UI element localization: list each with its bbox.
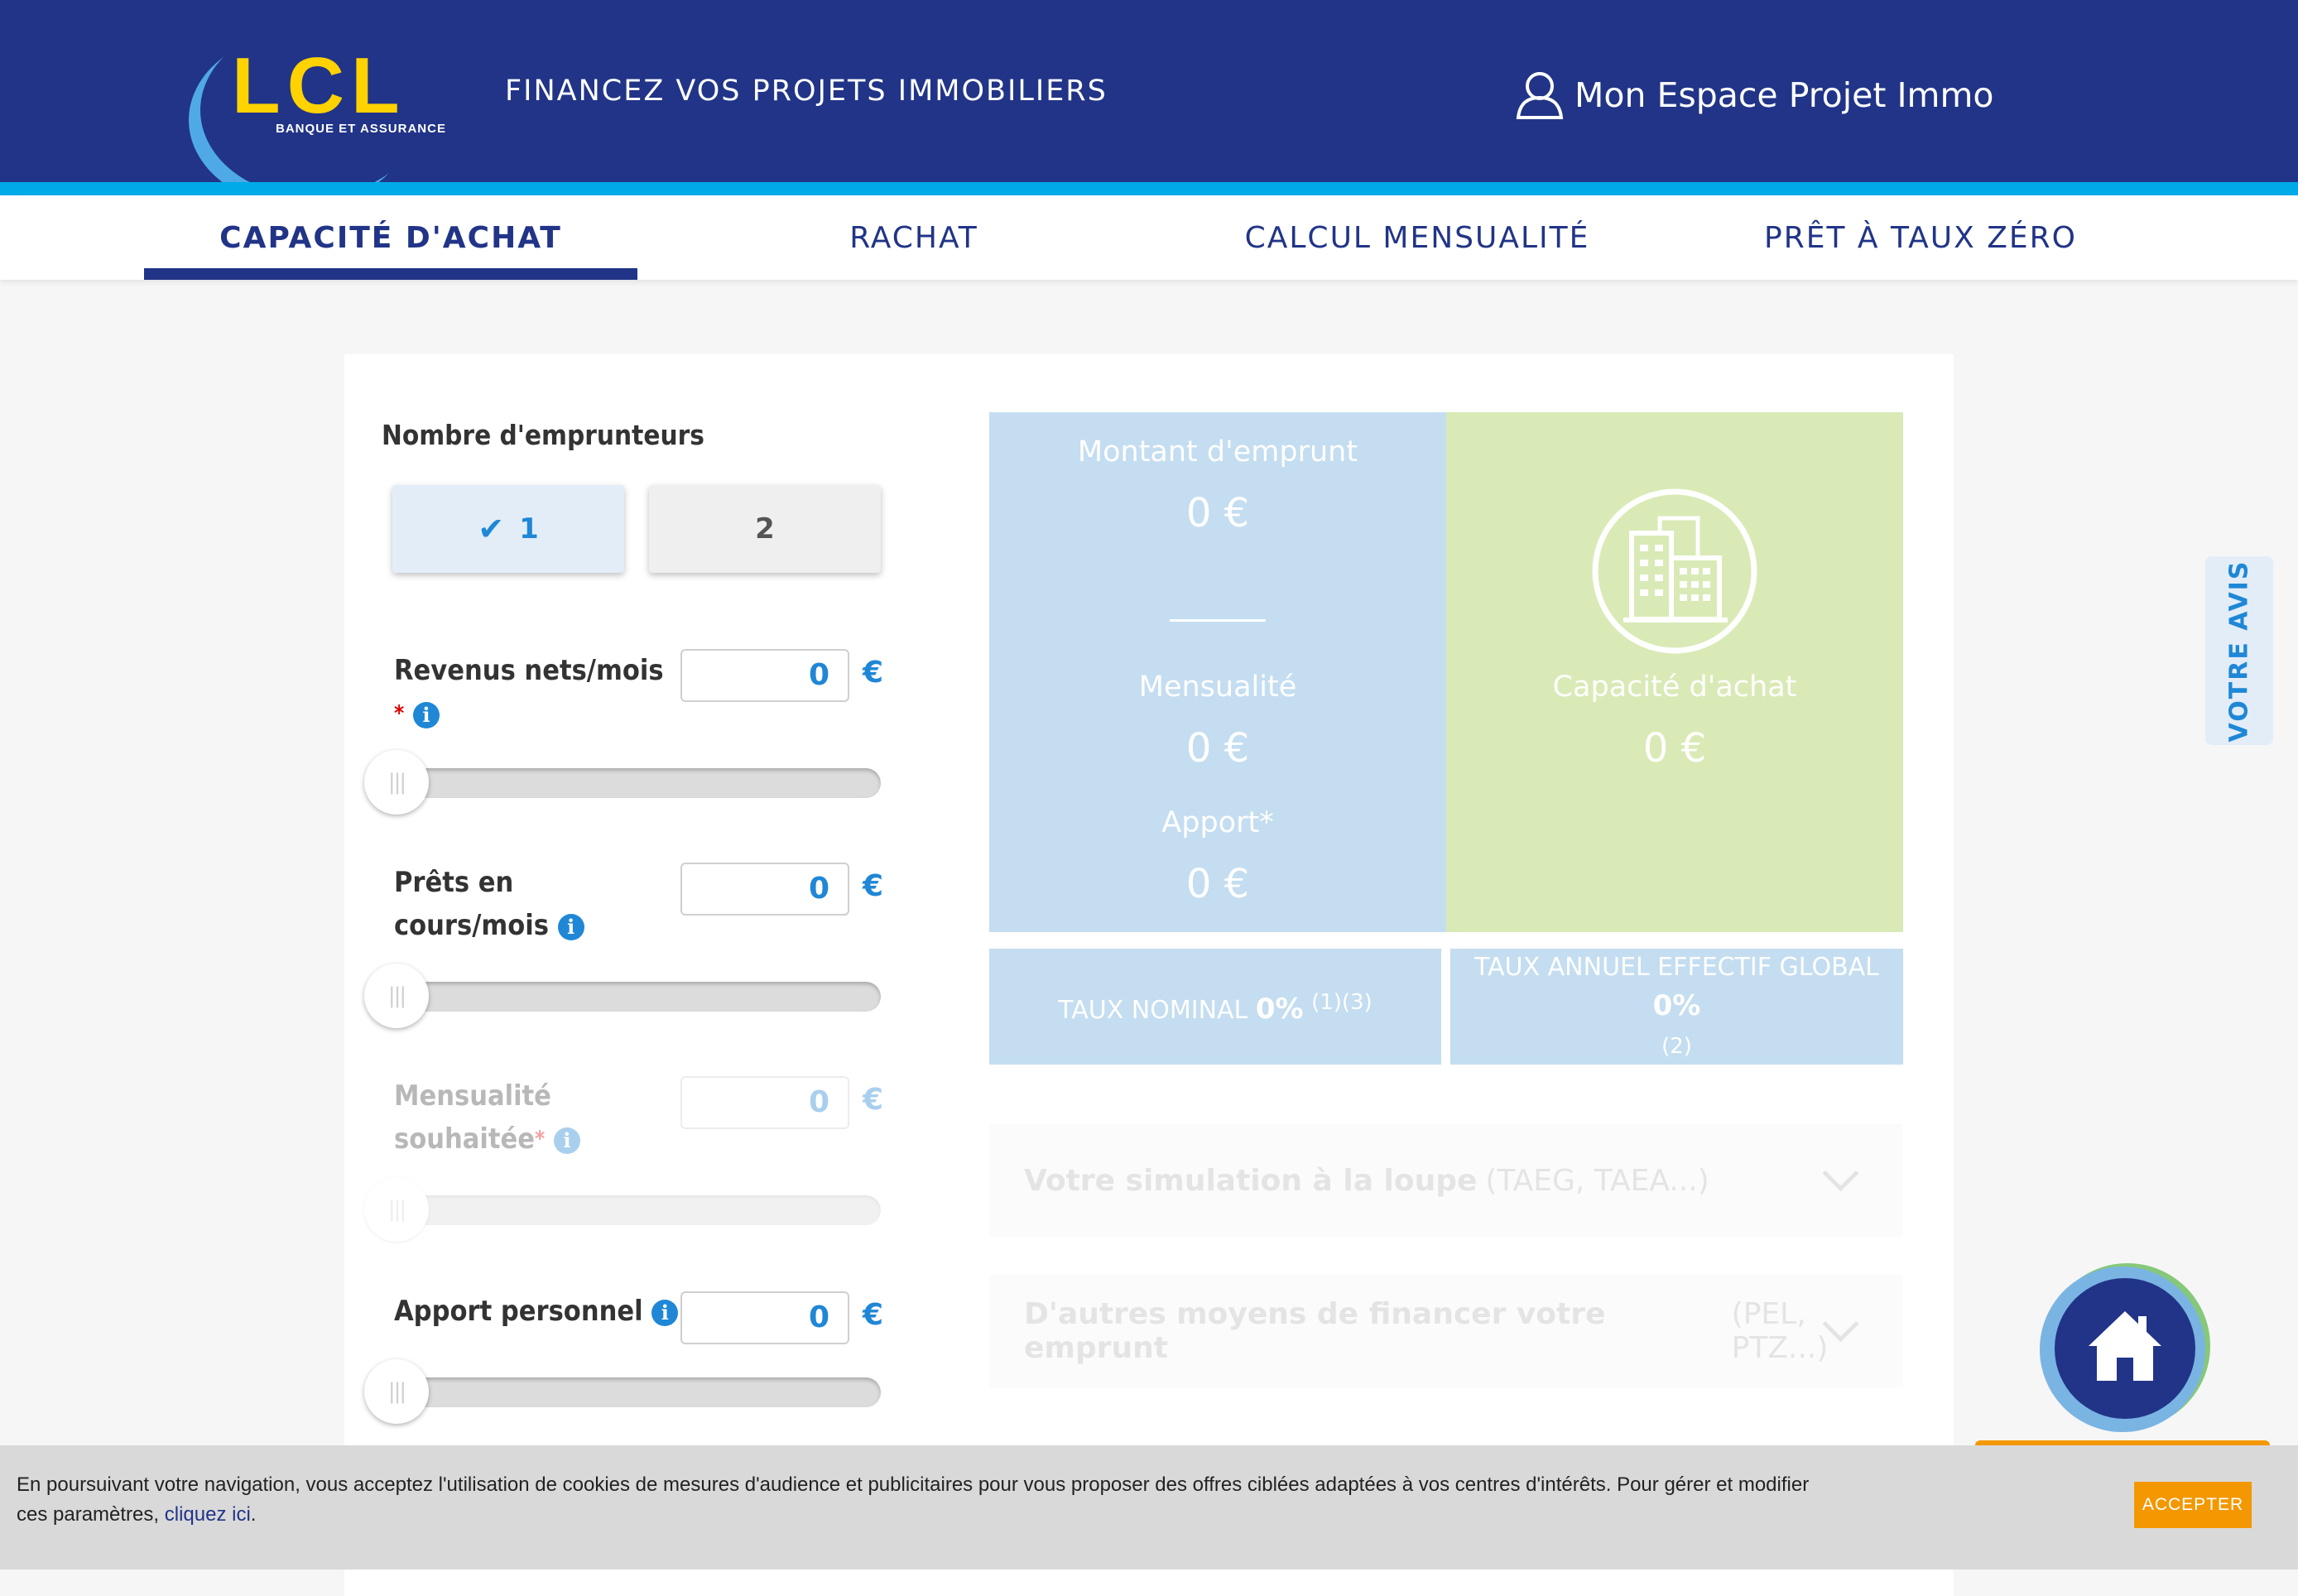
monthly-currency: € [863,1083,884,1117]
loans-slider-track[interactable] [396,982,881,1012]
income-slider-handle[interactable]: ||| [364,750,429,815]
logo-letters: LCL [232,41,406,130]
feedback-tab-label: VOTRE AVIS [2224,560,2254,742]
borrowers-option-2-label: 2 [755,512,775,546]
info-icon[interactable]: i [412,701,440,728]
header-accent-stripe [0,182,2298,195]
cookie-banner: En poursuivant votre navigation, vous ac… [0,1445,2298,1570]
info-icon[interactable]: i [553,1127,580,1154]
borrowers-option-2[interactable]: 2 [649,485,881,573]
accordion-title: Votre simulation à la loupe [1024,1163,1478,1198]
income-label-text: Revenus nets/mois [394,654,664,687]
contribution-label: Apport personnel i [394,1290,679,1333]
income-currency: € [863,656,884,690]
income-input[interactable]: 0 [680,649,849,702]
chevron-down-icon [1822,1155,1859,1192]
monthly-label: Mensualité souhaitée* i [394,1074,580,1161]
tab-calcul-mensualite[interactable]: CALCUL MENSUALITÉ [1217,195,1618,280]
building-icon [1592,488,1757,654]
info-icon[interactable]: i [651,1299,679,1326]
monthly-slider-track[interactable] [396,1195,881,1225]
loans-slider-handle[interactable]: ||| [364,964,429,1028]
feedback-tab[interactable]: VOTRE AVIS [2205,556,2273,745]
home-button[interactable] [2040,1267,2205,1432]
nominal-rate-note: (1)(3) [1311,990,1373,1015]
capacity-value: 0 € [1642,725,1707,772]
nominal-rate-label: TAUX NOMINAL [1058,996,1248,1025]
info-icon[interactable]: i [557,913,584,940]
loans-currency: € [863,869,884,903]
logo-subtitle: BANQUE ET ASSURANCE [276,122,446,136]
loans-input[interactable]: 0 [680,863,849,916]
capacity-panel: Capacité d'achat 0 € [1446,412,1903,932]
capacity-label: Capacité d'achat [1552,671,1797,704]
monthly-result-label: Mensualité [1138,671,1297,704]
taeg-label: TAUX ANNUEL EFFECTIF GLOBAL [1474,952,1879,982]
contribution-slider-track[interactable] [396,1377,881,1407]
monthly-slider-handle[interactable]: ||| [364,1177,429,1242]
account-link[interactable]: Mon Espace Projet Immo [1515,70,1994,121]
header-title: FINANCEZ VOS PROJETS IMMOBILIERS [505,75,1108,108]
loan-amount-label: Montant d'emprunt [1077,435,1358,469]
accept-cookies-button[interactable]: ACCEPTER [2134,1482,2252,1528]
income-label: Revenus nets/mois * i [394,649,664,735]
tab-pret-taux-zero[interactable]: PRÊT À TAUX ZÉRO [1722,195,2119,280]
monthly-result-value: 0 € [1185,725,1250,772]
taeg-box: TAUX ANNUEL EFFECTIF GLOBAL 0% (2) [1450,949,1903,1065]
account-link-label: Mon Espace Projet Immo [1574,75,1994,115]
accordion-simulation-loupe[interactable]: Votre simulation à la loupe (TAEG, TAEA.… [989,1124,1903,1237]
user-icon [1516,72,1564,119]
cookie-message-end: . [250,1503,257,1526]
cookie-text: En poursuivant votre navigation, vous ac… [17,1470,1838,1530]
taeg-note: (2) [1661,1033,1692,1059]
contribution-input[interactable]: 0 [680,1291,849,1344]
accordion-detail: (PEL, PTZ...) [1731,1297,1829,1365]
monthly-input[interactable]: 0 [680,1076,849,1129]
contribution-slider-handle[interactable]: ||| [364,1359,429,1424]
results-divider [1170,619,1266,622]
nominal-rate-box: TAUX NOMINAL 0% (1)(3) [989,949,1441,1065]
contribution-result-value: 0 € [1185,861,1250,907]
cookie-settings-link[interactable]: cliquez ici [165,1503,251,1526]
contribution-label-text: Apport personnel [394,1295,643,1328]
check-icon: ✔ [478,511,505,547]
borrowers-option-1[interactable]: ✔ 1 [392,485,624,573]
loans-label-line2: cours/mois [394,909,549,942]
lcl-logo[interactable]: LCL BANQUE ET ASSURANCE [190,15,455,189]
home-button-core [2055,1278,2195,1419]
contribution-currency: € [863,1298,884,1332]
taeg-value: 0% [1652,988,1701,1022]
accordion-title: D'autres moyens de financer votre emprun… [1024,1297,1606,1365]
required-mark: * [394,701,405,726]
required-mark: * [535,1127,546,1151]
cookie-message: En poursuivant votre navigation, vous ac… [17,1473,1810,1526]
loan-amount-value: 0 € [1185,490,1250,536]
home-icon [2089,1311,2161,1381]
monthly-label-line2: souhaitée [394,1122,536,1156]
accordion-detail: (TAEG, TAEA...) [1485,1163,1709,1198]
tab-rachat[interactable]: RACHAT [728,195,1099,280]
monthly-label-line1: Mensualité [394,1079,551,1113]
nominal-rate-value: 0% [1255,993,1304,1026]
contribution-result-label: Apport* [1161,806,1274,839]
loans-label: Prêts en cours/mois i [394,861,584,947]
tab-capacite-achat[interactable]: CAPACITÉ D'ACHAT [144,195,637,280]
borrowers-label: Nombre d'emprunteurs [382,419,704,451]
site-header: LCL BANQUE ET ASSURANCE FINANCEZ VOS PRO… [0,0,2298,182]
simulator-tabs: CAPACITÉ D'ACHAT RACHAT CALCUL MENSUALIT… [0,195,2298,280]
income-slider-track[interactable] [396,768,881,798]
borrowers-option-1-label: 1 [519,512,539,546]
accordion-autres-moyens[interactable]: D'autres moyens de financer votre emprun… [989,1275,1903,1387]
loans-label-line1: Prêts en [394,866,514,899]
results-summary-panel: Montant d'emprunt 0 € Mensualité 0 € App… [989,412,1446,932]
